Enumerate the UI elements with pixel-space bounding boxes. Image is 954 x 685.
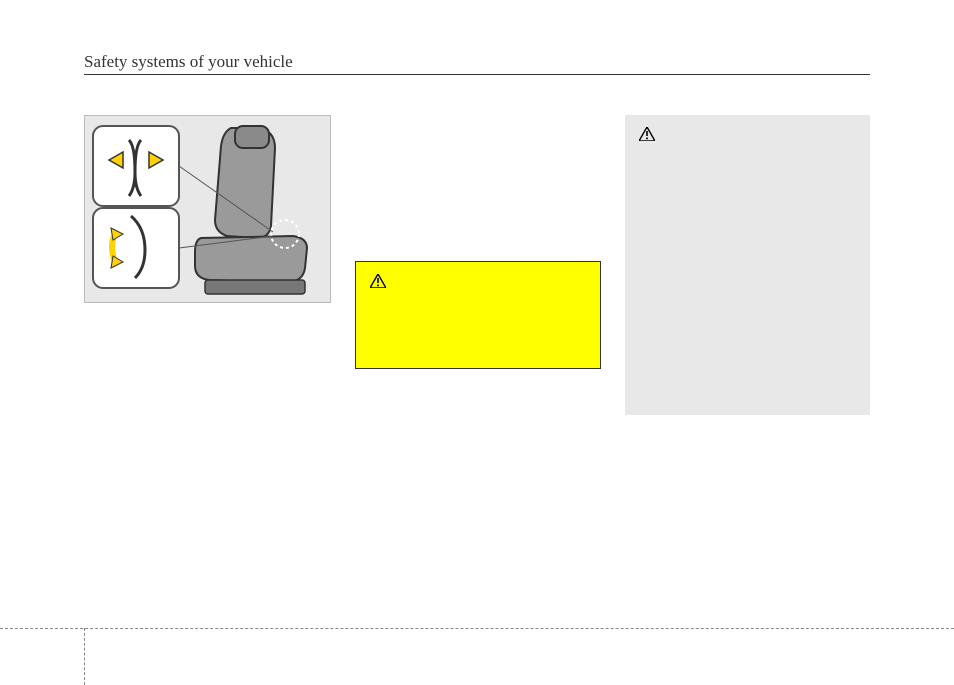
seat-adjustment-figure xyxy=(84,115,331,303)
seat-illustration-svg xyxy=(85,116,332,304)
content-columns xyxy=(84,115,870,415)
warning-header xyxy=(639,127,857,141)
caution-box xyxy=(355,261,601,369)
caution-header xyxy=(370,274,586,288)
seat-headrest xyxy=(235,126,269,148)
warning-box xyxy=(625,115,871,415)
crop-mark-horizontal xyxy=(0,628,954,629)
column-1 xyxy=(84,115,331,313)
page-header: Safety systems of your vehicle xyxy=(84,52,870,75)
column-2 xyxy=(355,115,601,369)
crop-mark-vertical xyxy=(84,628,85,685)
column-3 xyxy=(625,115,871,415)
warning-triangle-icon xyxy=(370,274,386,288)
seat-cushion xyxy=(195,236,307,282)
warning-triangle-icon xyxy=(639,127,655,141)
seat-rail xyxy=(205,280,305,294)
page-title: Safety systems of your vehicle xyxy=(84,52,870,72)
page-container: Safety systems of your vehicle xyxy=(0,0,954,685)
